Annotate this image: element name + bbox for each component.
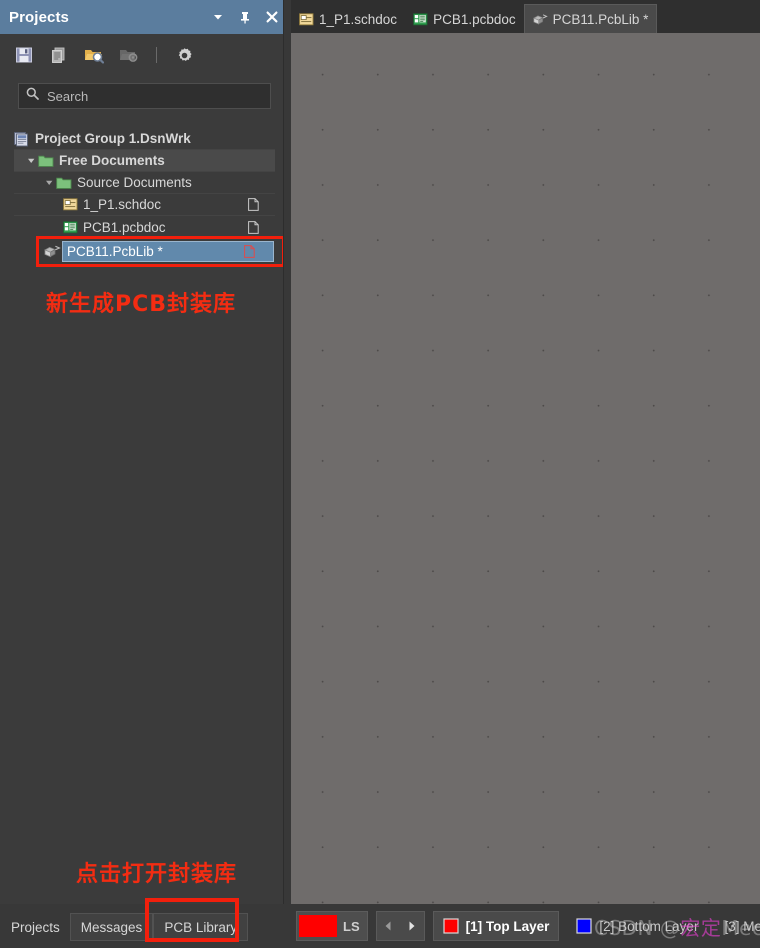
pcblib-icon: [44, 243, 61, 259]
layer-nav-buttons: [375, 911, 425, 941]
tree-row-free-documents[interactable]: Free Documents: [14, 150, 275, 172]
panel-gap: [284, 0, 291, 904]
tree-label: PCB1.pcbdoc: [83, 219, 166, 235]
page-icon: [248, 220, 259, 234]
tree-row-source-documents[interactable]: Source Documents: [14, 172, 275, 194]
pcb-library-canvas[interactable]: [291, 33, 760, 904]
pcb-doc-icon: [413, 12, 428, 27]
panel-tabbar: Projects Messages PCB Library: [0, 904, 291, 948]
pcb-statusbar: LS [1] Top Layer [2] Bottom Layer [3] Me: [291, 904, 760, 948]
tab-pcb-library[interactable]: PCB Library: [153, 913, 249, 941]
layer-color-chip: [443, 918, 459, 934]
layer-label: [3] Mechan: [724, 918, 760, 934]
panel-titlebar: Projects: [0, 0, 290, 34]
pcblib-icon: [532, 12, 548, 27]
open-project-icon[interactable]: [84, 45, 104, 65]
tree-row-schdoc[interactable]: 1_P1.schdoc: [14, 194, 275, 216]
layer-color-chip: [576, 918, 592, 934]
next-layer-button[interactable]: [401, 912, 424, 940]
tab-label: PCB11.PcbLib *: [552, 11, 649, 27]
tab-messages[interactable]: Messages: [69, 913, 154, 941]
projects-panel: Projects Search Project Group 1.DsnWrk F…: [0, 0, 290, 904]
search-box[interactable]: [18, 83, 271, 109]
layer-tab-mechanical[interactable]: [3] Mechan: [715, 911, 760, 941]
layer-set-label: LS: [343, 918, 360, 934]
chevron-down-icon[interactable]: [44, 178, 54, 188]
tab-1-p1-schdoc[interactable]: 1_P1.schdoc: [291, 6, 405, 33]
active-layer-color-swatch[interactable]: [299, 915, 337, 937]
tab-pcb1-pcbdoc[interactable]: PCB1.pcbdoc: [405, 6, 524, 33]
tree-label: Free Documents: [59, 153, 165, 168]
close-icon[interactable]: [265, 10, 279, 24]
tab-label: 1_P1.schdoc: [319, 12, 398, 27]
chevron-down-icon[interactable]: [211, 10, 225, 24]
toolbar-separator: [156, 47, 157, 63]
prev-layer-button[interactable]: [377, 912, 400, 940]
page-icon-red: [244, 245, 255, 258]
panel-title: Projects: [9, 8, 69, 26]
pcb-doc-icon: [62, 219, 78, 235]
annotation-open-library: 点击打开封装库: [76, 862, 238, 887]
gear-icon[interactable]: [174, 45, 194, 65]
pin-icon[interactable]: [238, 10, 252, 24]
tree-label: Source Documents: [77, 175, 192, 190]
schematic-doc-icon: [299, 12, 314, 27]
tab-label: Messages: [80, 919, 143, 935]
tree-row-pcblib-selected[interactable]: PCB11.PcbLib *: [62, 241, 274, 262]
page-icon: [248, 198, 259, 211]
layer-label: [2] Bottom Layer: [599, 918, 699, 934]
editor-tabbar: 1_P1.schdoc PCB1.pcbdoc PCB11.PcbLib *: [291, 0, 760, 33]
search-input[interactable]: [45, 87, 249, 105]
layer-tab-bottom-layer[interactable]: [2] Bottom Layer: [567, 911, 707, 941]
tree-row-project-group[interactable]: Project Group 1.DsnWrk: [14, 128, 275, 150]
tree-label: PCB11.PcbLib *: [67, 244, 163, 259]
documents-icon[interactable]: [49, 45, 69, 65]
layer-label: [1] Top Layer: [465, 918, 550, 934]
application-window: Projects Search Project Group 1.DsnWrk F…: [0, 0, 760, 948]
panel-titlebar-actions: [211, 10, 279, 24]
tree-row-pcbdoc[interactable]: PCB1.pcbdoc: [14, 216, 275, 238]
save-icon[interactable]: [14, 45, 34, 65]
folder-icon: [56, 175, 72, 191]
project-group-icon: [14, 131, 30, 147]
layer-swatch-ls[interactable]: LS: [296, 911, 368, 941]
tab-projects[interactable]: Projects: [1, 913, 70, 941]
schematic-doc-icon: [62, 197, 78, 213]
tree-label: 1_P1.schdoc: [83, 197, 162, 212]
tree-label: Project Group 1.DsnWrk: [35, 131, 191, 146]
annotation-new-pcb-library: 新生成PCB封装库: [46, 292, 237, 317]
tab-label: PCB Library: [164, 919, 238, 935]
tab-pcb11-pcblib[interactable]: PCB11.PcbLib *: [523, 4, 658, 33]
folder-options-icon[interactable]: [119, 45, 139, 65]
project-tree: Project Group 1.DsnWrk Free Documents So…: [14, 128, 275, 238]
chevron-down-icon[interactable]: [26, 156, 36, 166]
tab-label: PCB1.pcbdoc: [433, 12, 516, 27]
tab-label: Projects: [11, 919, 60, 935]
folder-icon: [38, 153, 54, 169]
panel-toolbar: [0, 34, 290, 76]
search-icon: [26, 87, 39, 105]
layer-tab-top-layer[interactable]: [1] Top Layer: [432, 911, 560, 941]
